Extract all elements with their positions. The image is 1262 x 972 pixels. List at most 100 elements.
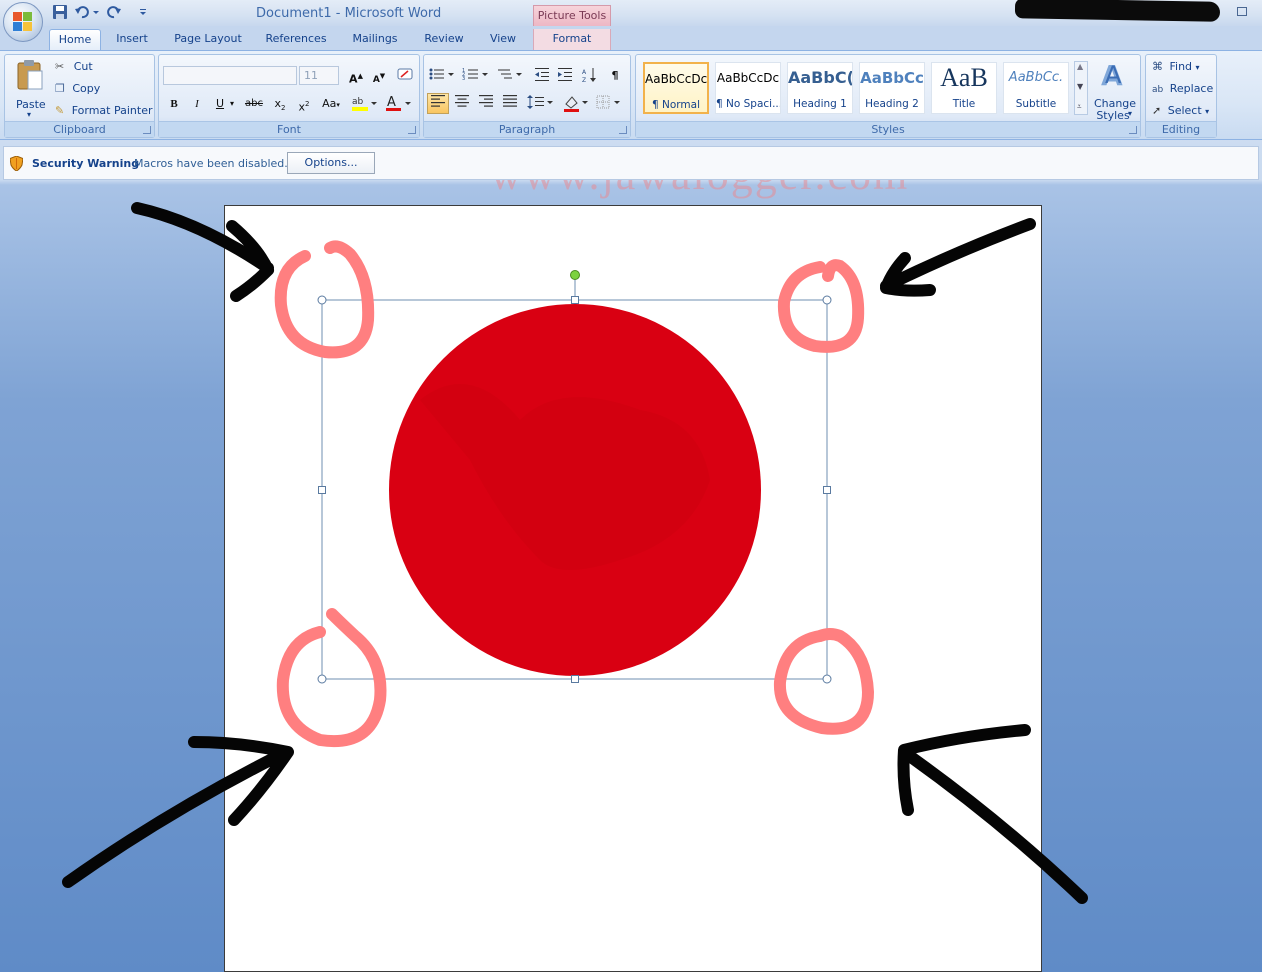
align-right-icon[interactable] xyxy=(475,93,497,114)
svg-text:A: A xyxy=(387,95,396,110)
editing-label: Editing xyxy=(1146,121,1216,137)
font-name-combo[interactable] xyxy=(163,66,297,85)
copy-icon: ❐ xyxy=(55,82,65,95)
cursor-arrow-icon: ➚ xyxy=(1152,104,1162,117)
clipboard-group: Paste ▾ ✂ Cut ❐ Copy ✎ Format Painter Cl… xyxy=(4,54,155,138)
undo-dropdown-icon[interactable] xyxy=(92,4,100,20)
italic-icon[interactable]: I xyxy=(186,93,208,114)
replace-button[interactable]: ab Replace xyxy=(1152,82,1213,95)
change-styles-dropdown-icon: ▾ xyxy=(1128,109,1133,118)
paragraph-group: 123 AZ ¶ Paragraph xyxy=(423,54,631,138)
find-dropdown-icon: ▾ xyxy=(1195,63,1200,72)
document-page[interactable] xyxy=(224,205,1042,972)
scissors-icon: ✂ xyxy=(55,60,65,73)
title-bar: Document1 - Microsoft Word Picture Tools xyxy=(0,0,1262,26)
scroll-down-icon[interactable]: ▼ xyxy=(1077,82,1083,91)
tab-mailings[interactable]: Mailings xyxy=(345,29,405,50)
clear-formatting-icon[interactable] xyxy=(394,65,416,86)
tab-view[interactable]: View xyxy=(482,29,524,50)
multilevel-list-icon[interactable] xyxy=(495,65,525,86)
find-button[interactable]: ⌘ Find ▾ xyxy=(1152,60,1200,73)
scroll-up-icon[interactable]: ▲ xyxy=(1077,62,1083,71)
options-button[interactable]: Options... xyxy=(287,152,375,174)
tab-format[interactable]: Format xyxy=(533,29,611,50)
bullets-icon[interactable] xyxy=(427,65,457,86)
redacted-area xyxy=(1014,0,1221,22)
paste-dropdown-icon: ▾ xyxy=(27,110,32,119)
clipboard-label: Clipboard xyxy=(5,121,154,137)
tab-review[interactable]: Review xyxy=(418,29,470,50)
paragraph-launcher-icon[interactable] xyxy=(619,126,627,134)
borders-icon[interactable] xyxy=(594,93,624,114)
strikethrough-icon[interactable]: abc xyxy=(241,93,267,114)
highlight-icon[interactable]: ab xyxy=(349,93,379,114)
select-button[interactable]: ➚ Select ▾ xyxy=(1152,104,1209,117)
picture-tools-tab: Picture Tools xyxy=(533,5,611,26)
svg-text:3: 3 xyxy=(462,76,465,82)
style-heading-1[interactable]: AaBbC( Heading 1 xyxy=(787,62,853,114)
paste-button[interactable]: Paste ▾ xyxy=(10,59,50,119)
numbering-icon[interactable]: 123 xyxy=(461,65,491,86)
grow-font-icon[interactable]: A▲ xyxy=(345,65,367,86)
gallery-more-icon[interactable]: ⩡ xyxy=(1077,102,1082,112)
shield-icon xyxy=(9,155,24,172)
superscript-icon[interactable]: x2 xyxy=(293,93,315,114)
font-size-combo[interactable]: 11 xyxy=(299,66,339,85)
line-spacing-icon[interactable] xyxy=(526,93,556,114)
align-left-icon[interactable] xyxy=(427,93,449,114)
font-group: 11 A▲ A▼ B I U ▾ abc x2 x2 Aa▾ ab A Font xyxy=(158,54,420,138)
subscript-icon[interactable]: x2 xyxy=(269,93,291,114)
bold-icon[interactable]: B xyxy=(163,93,185,114)
shrink-font-icon[interactable]: A▼ xyxy=(368,65,390,86)
styles-launcher-icon[interactable] xyxy=(1129,126,1137,134)
tab-home[interactable]: Home xyxy=(49,29,101,50)
shading-icon[interactable] xyxy=(561,93,591,114)
styles-gallery-scroll[interactable]: ▲ ▼ ⩡ xyxy=(1074,61,1088,115)
show-formatting-marks-icon[interactable]: ¶ xyxy=(604,65,626,86)
change-styles-button[interactable]: A A Change Styles ▾ xyxy=(1093,59,1137,122)
styles-label: Styles xyxy=(636,121,1140,137)
office-button[interactable] xyxy=(3,2,43,42)
undo-icon[interactable] xyxy=(74,4,90,20)
copy-button[interactable]: ❐ Copy xyxy=(55,82,100,95)
style-heading-2[interactable]: AaBbCc Heading 2 xyxy=(859,62,925,114)
replace-icon: ab xyxy=(1152,85,1164,95)
select-dropdown-icon: ▾ xyxy=(1205,107,1210,116)
tab-references[interactable]: References xyxy=(258,29,334,50)
brush-icon: ✎ xyxy=(55,104,65,117)
restore-window-icon[interactable] xyxy=(1237,7,1247,16)
paste-icon xyxy=(17,60,43,90)
svg-text:ab: ab xyxy=(352,97,364,107)
font-launcher-icon[interactable] xyxy=(408,126,416,134)
align-center-icon[interactable] xyxy=(451,93,473,114)
svg-text:A: A xyxy=(582,69,587,76)
office-logo-icon xyxy=(13,12,33,32)
security-warning-message: Macros have been disabled. xyxy=(134,157,288,170)
style-title[interactable]: AaB Title xyxy=(931,62,997,114)
binoculars-icon: ⌘ xyxy=(1152,60,1163,73)
style-no-spacing[interactable]: AaBbCcDc ¶ No Spaci... xyxy=(715,62,781,114)
underline-dropdown-icon[interactable]: ▾ xyxy=(227,93,237,114)
editing-group: ⌘ Find ▾ ab Replace ➚ Select ▾ Editing xyxy=(1145,54,1217,138)
style-normal[interactable]: AaBbCcDc ¶ Normal xyxy=(643,62,709,114)
increase-indent-icon[interactable] xyxy=(554,65,576,86)
change-case-icon[interactable]: Aa▾ xyxy=(317,93,345,114)
style-subtitle[interactable]: AaBbCc. Subtitle xyxy=(1003,62,1069,114)
svg-text:Z: Z xyxy=(582,77,586,84)
sort-icon[interactable]: AZ xyxy=(579,65,601,86)
change-styles-icon: A A xyxy=(1101,59,1123,89)
svg-text:A: A xyxy=(1105,61,1122,89)
paragraph-label: Paragraph xyxy=(424,121,630,137)
save-icon[interactable] xyxy=(52,4,68,20)
tab-insert[interactable]: Insert xyxy=(108,29,156,50)
format-painter-button[interactable]: ✎ Format Painter xyxy=(55,104,153,117)
tab-page-layout[interactable]: Page Layout xyxy=(168,29,248,50)
window-title: Document1 - Microsoft Word xyxy=(256,6,442,21)
redo-icon[interactable] xyxy=(106,4,122,20)
decrease-indent-icon[interactable] xyxy=(531,65,553,86)
font-color-icon[interactable]: A xyxy=(383,93,413,114)
clipboard-launcher-icon[interactable] xyxy=(143,126,151,134)
customize-qat-icon[interactable] xyxy=(138,4,148,20)
justify-icon[interactable] xyxy=(499,93,521,114)
cut-button[interactable]: ✂ Cut xyxy=(55,60,93,73)
